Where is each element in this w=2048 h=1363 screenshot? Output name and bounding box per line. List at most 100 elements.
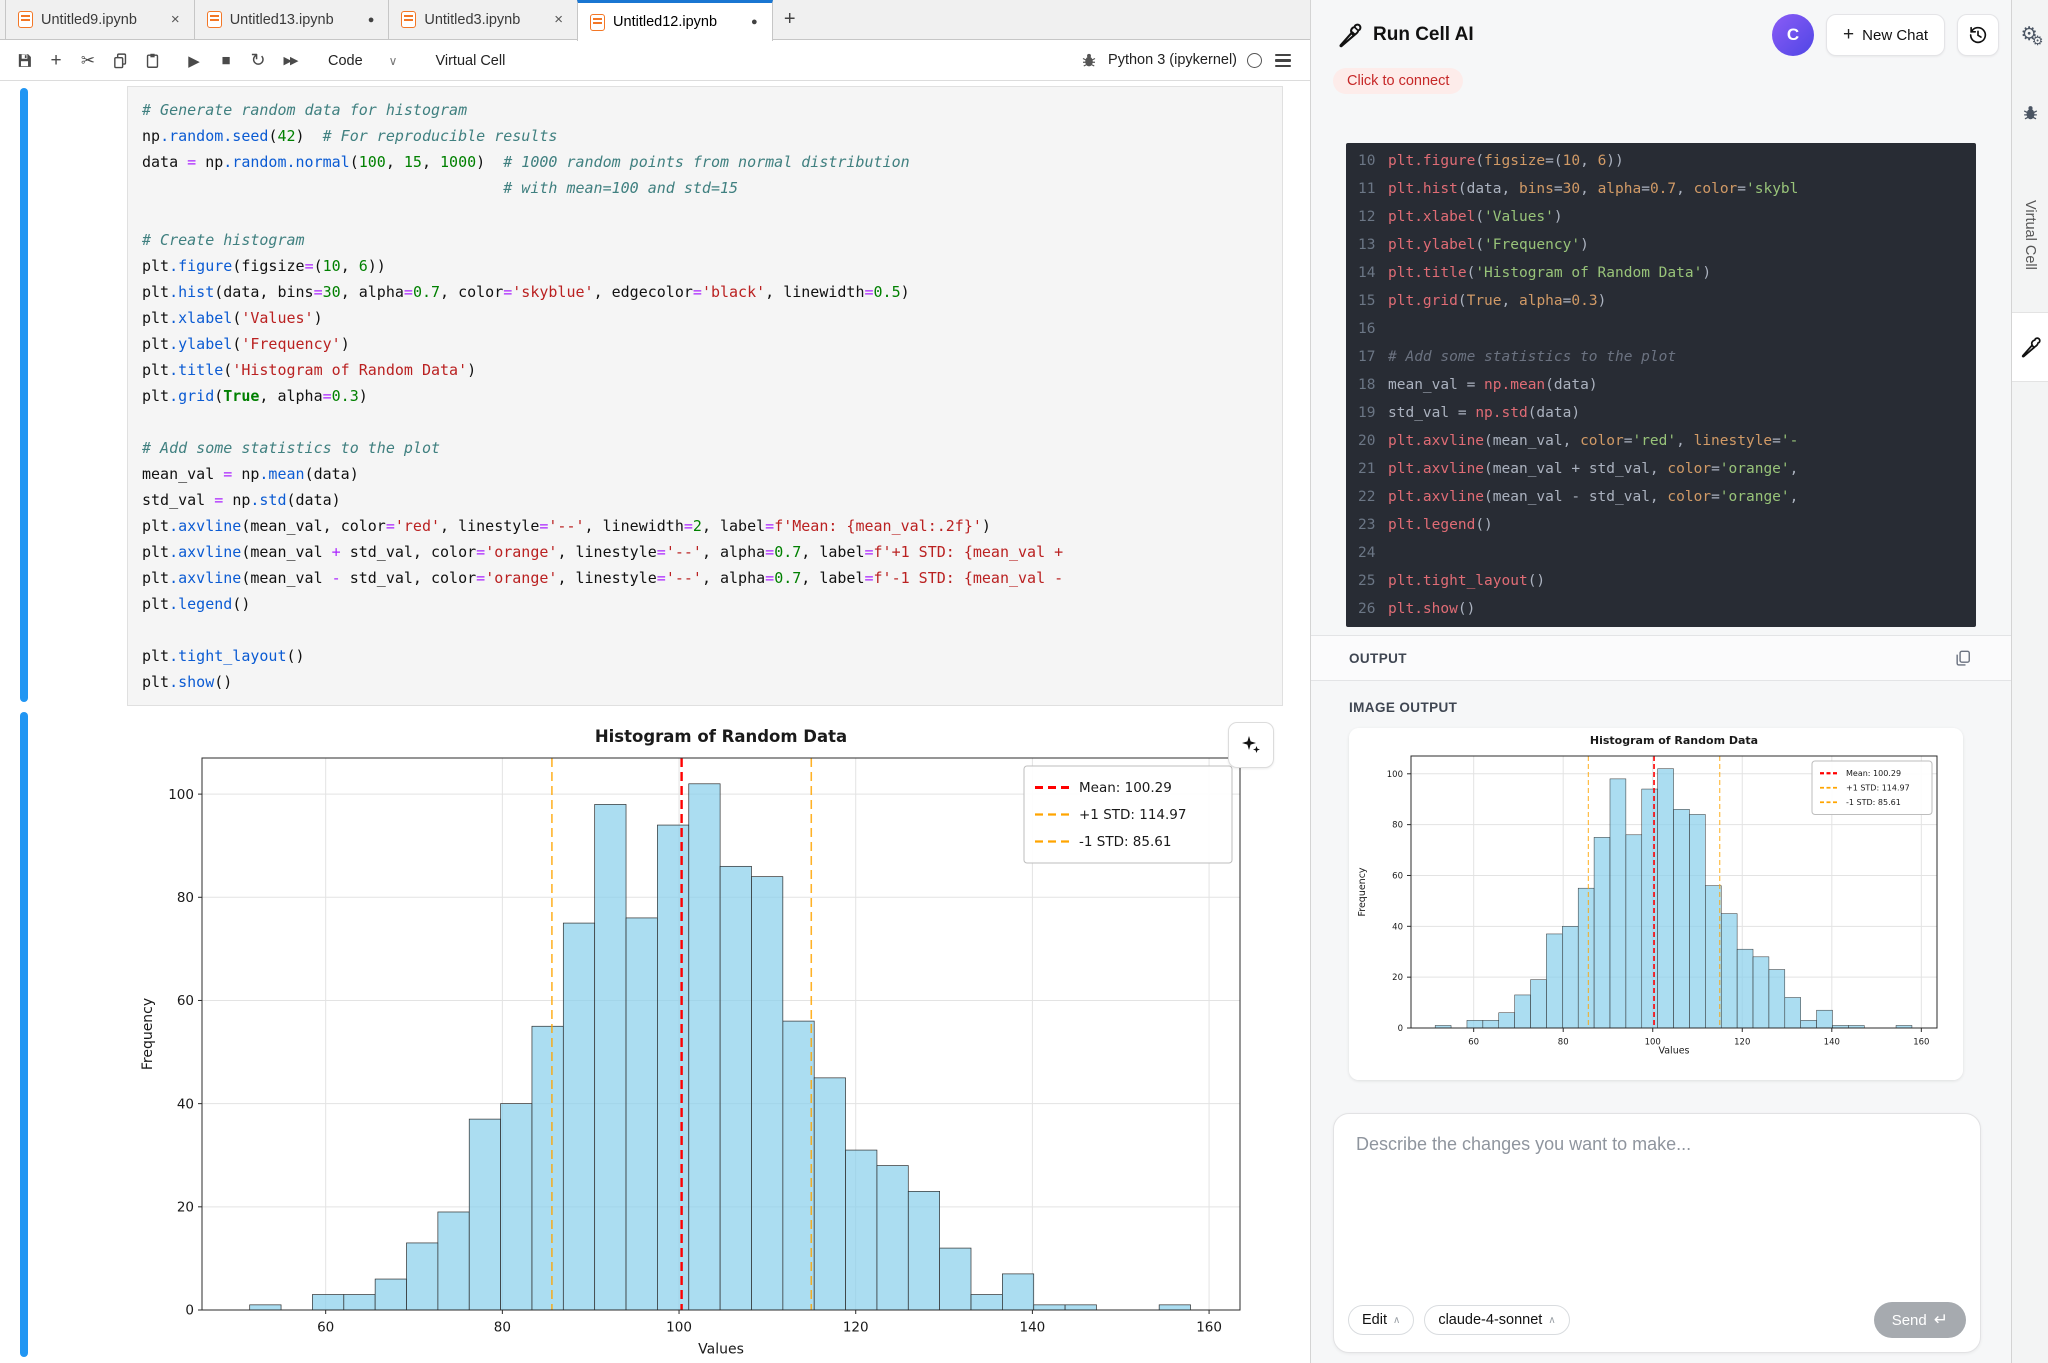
copy-icon: [112, 52, 129, 69]
code-line: # Generate random data for histogram: [142, 97, 1268, 123]
svg-text:Values: Values: [698, 1342, 744, 1358]
ai-code-line: 24: [1346, 539, 1976, 567]
insert-cell-button[interactable]: +: [42, 47, 70, 75]
ai-code-line: 25plt.tight_layout(): [1346, 567, 1976, 595]
notebook-file-icon: [590, 14, 605, 31]
code-line: [142, 201, 1268, 227]
ai-code-line: 26plt.show(): [1346, 595, 1976, 623]
tab-untitled3-ipynb[interactable]: Untitled3.ipynb×: [388, 0, 578, 39]
save-button[interactable]: [10, 47, 38, 75]
ai-code-line: 13plt.ylabel('Frequency'): [1346, 231, 1976, 259]
plus-icon: +: [50, 50, 61, 72]
ai-code-line: 20plt.axvline(mean_val, color='red', lin…: [1346, 427, 1976, 455]
line-number: 14: [1346, 259, 1388, 287]
panel-header: Run Cell AI C + New Chat: [1335, 12, 1999, 58]
svg-text:0: 0: [185, 1303, 194, 1319]
avatar[interactable]: C: [1772, 14, 1814, 56]
cut-cell-button[interactable]: ✂: [74, 47, 102, 75]
run-cell-button[interactable]: ▶: [180, 47, 208, 75]
kernel-name[interactable]: Python 3 (ipykernel): [1108, 52, 1237, 68]
notebook-file-icon: [207, 11, 222, 28]
code-line: [142, 617, 1268, 643]
cell-collapser-output[interactable]: [20, 712, 28, 1357]
svg-text:160: 160: [1913, 1038, 1929, 1048]
restart-run-all-button[interactable]: ▶▶: [276, 47, 304, 75]
copy-icon: [1953, 648, 1973, 668]
line-number: 17: [1346, 343, 1388, 371]
stop-kernel-button[interactable]: ■: [212, 47, 240, 75]
svg-text:100: 100: [666, 1320, 692, 1336]
dirty-indicator: ●: [747, 16, 762, 28]
code-line: plt.tight_layout(): [142, 643, 1268, 669]
kernel-status-icon[interactable]: [1247, 53, 1262, 68]
ai-code-line: 21plt.axvline(mean_val + std_val, color=…: [1346, 455, 1976, 483]
new-chat-button[interactable]: + New Chat: [1826, 14, 1945, 56]
gear-icon: ⚙: [2032, 33, 2036, 49]
connect-status-pill[interactable]: Click to connect: [1333, 68, 1463, 94]
tab-untitled13-ipynb[interactable]: Untitled13.ipynb●: [194, 0, 390, 39]
svg-text:+1 STD: 114.97: +1 STD: 114.97: [1079, 807, 1186, 823]
property-inspector-tab[interactable]: ⚙⚙: [2012, 12, 2048, 56]
model-value: claude-4-sonnet: [1438, 1312, 1542, 1328]
image-output-label: IMAGE OUTPUT: [1349, 700, 1457, 715]
line-number: 21: [1346, 455, 1388, 483]
chat-input[interactable]: Describe the changes you want to make...: [1334, 1114, 1980, 1175]
caret-icon: ∧: [1548, 1315, 1555, 1326]
ai-sparkle-button[interactable]: [1228, 722, 1274, 768]
cell-collapser-input[interactable]: [20, 88, 28, 702]
ai-code-line: 15plt.grid(True, alpha=0.3): [1346, 287, 1976, 315]
tab-label: Untitled13.ipynb: [230, 12, 334, 28]
paste-cell-button[interactable]: [138, 47, 166, 75]
svg-text:60: 60: [1392, 871, 1403, 881]
line-number: 23: [1346, 511, 1388, 539]
histogram-plot-thumbnail: 6080100120140160020406080100Histogram of…: [1349, 728, 1963, 1080]
debugger-tab[interactable]: [2012, 92, 2048, 132]
new-tab-button[interactable]: +: [773, 0, 807, 39]
code-line: mean_val = np.mean(data): [142, 461, 1268, 487]
copy-cell-button[interactable]: [106, 47, 134, 75]
model-dropdown[interactable]: claude-4-sonnet ∧: [1424, 1305, 1569, 1335]
svg-text:80: 80: [1558, 1038, 1569, 1048]
virtual-cell-label: Virtual Cell: [435, 53, 505, 69]
virtual-cell-tab[interactable]: Virtual Cell: [2012, 160, 2048, 310]
svg-text:80: 80: [494, 1320, 511, 1336]
svg-text:-1 STD: 85.61: -1 STD: 85.61: [1079, 834, 1171, 850]
svg-text:60: 60: [1468, 1038, 1479, 1048]
stop-icon: ■: [221, 52, 230, 69]
tab-untitled9-ipynb[interactable]: Untitled9.ipynb×: [5, 0, 195, 39]
copy-output-button[interactable]: [1953, 648, 1973, 668]
run-cell-ai-tab[interactable]: [2012, 312, 2048, 382]
svg-text:100: 100: [168, 787, 194, 803]
gear-icon: ⚙: [2021, 23, 2030, 46]
line-number: 10: [1346, 147, 1388, 175]
chat-history-button[interactable]: [1957, 14, 1999, 56]
cell-type-dropdown[interactable]: Code ∨: [320, 49, 405, 73]
debugger-bug-icon[interactable]: [1080, 51, 1098, 69]
close-icon[interactable]: ×: [550, 11, 567, 28]
code-cell-editor[interactable]: # Generate random data for histogramnp.r…: [127, 86, 1283, 706]
ai-code-preview[interactable]: 10plt.figure(figsize=(10, 6))11plt.hist(…: [1346, 143, 1976, 627]
svg-text:Frequency: Frequency: [1357, 867, 1368, 916]
notebook-toolbar: + ✂ ▶ ■ ↻ ▶▶ Code ∨ Virtual Cell: [0, 41, 1310, 81]
svg-text:Frequency: Frequency: [140, 998, 156, 1070]
svg-text:120: 120: [843, 1320, 869, 1336]
restart-kernel-button[interactable]: ↻: [244, 47, 272, 75]
return-icon: ↵: [1934, 1310, 1948, 1330]
code-line: plt.figure(figsize=(10, 6)): [142, 253, 1268, 279]
chevron-down-icon: ∨: [389, 54, 398, 68]
tab-untitled12-ipynb[interactable]: Untitled12.ipynb●: [577, 0, 773, 41]
hamburger-menu-icon[interactable]: [1272, 51, 1294, 70]
ai-code-line: 11plt.hist(data, bins=30, alpha=0.7, col…: [1346, 175, 1976, 203]
code-line: plt.axvline(mean_val, color='red', lines…: [142, 513, 1268, 539]
mode-dropdown[interactable]: Edit ∧: [1348, 1305, 1414, 1335]
line-number: 15: [1346, 287, 1388, 315]
caret-icon: ∧: [1393, 1315, 1400, 1326]
notebook-file-icon: [401, 11, 416, 28]
svg-text:Histogram of Random Data: Histogram of Random Data: [595, 727, 847, 746]
close-icon[interactable]: ×: [167, 11, 184, 28]
line-number: 19: [1346, 399, 1388, 427]
send-button[interactable]: Send ↵: [1874, 1302, 1966, 1338]
plus-icon: +: [1843, 24, 1854, 46]
code-line: plt.axvline(mean_val + std_val, color='o…: [142, 539, 1268, 565]
chat-input-card: Describe the changes you want to make...…: [1333, 1113, 1981, 1353]
